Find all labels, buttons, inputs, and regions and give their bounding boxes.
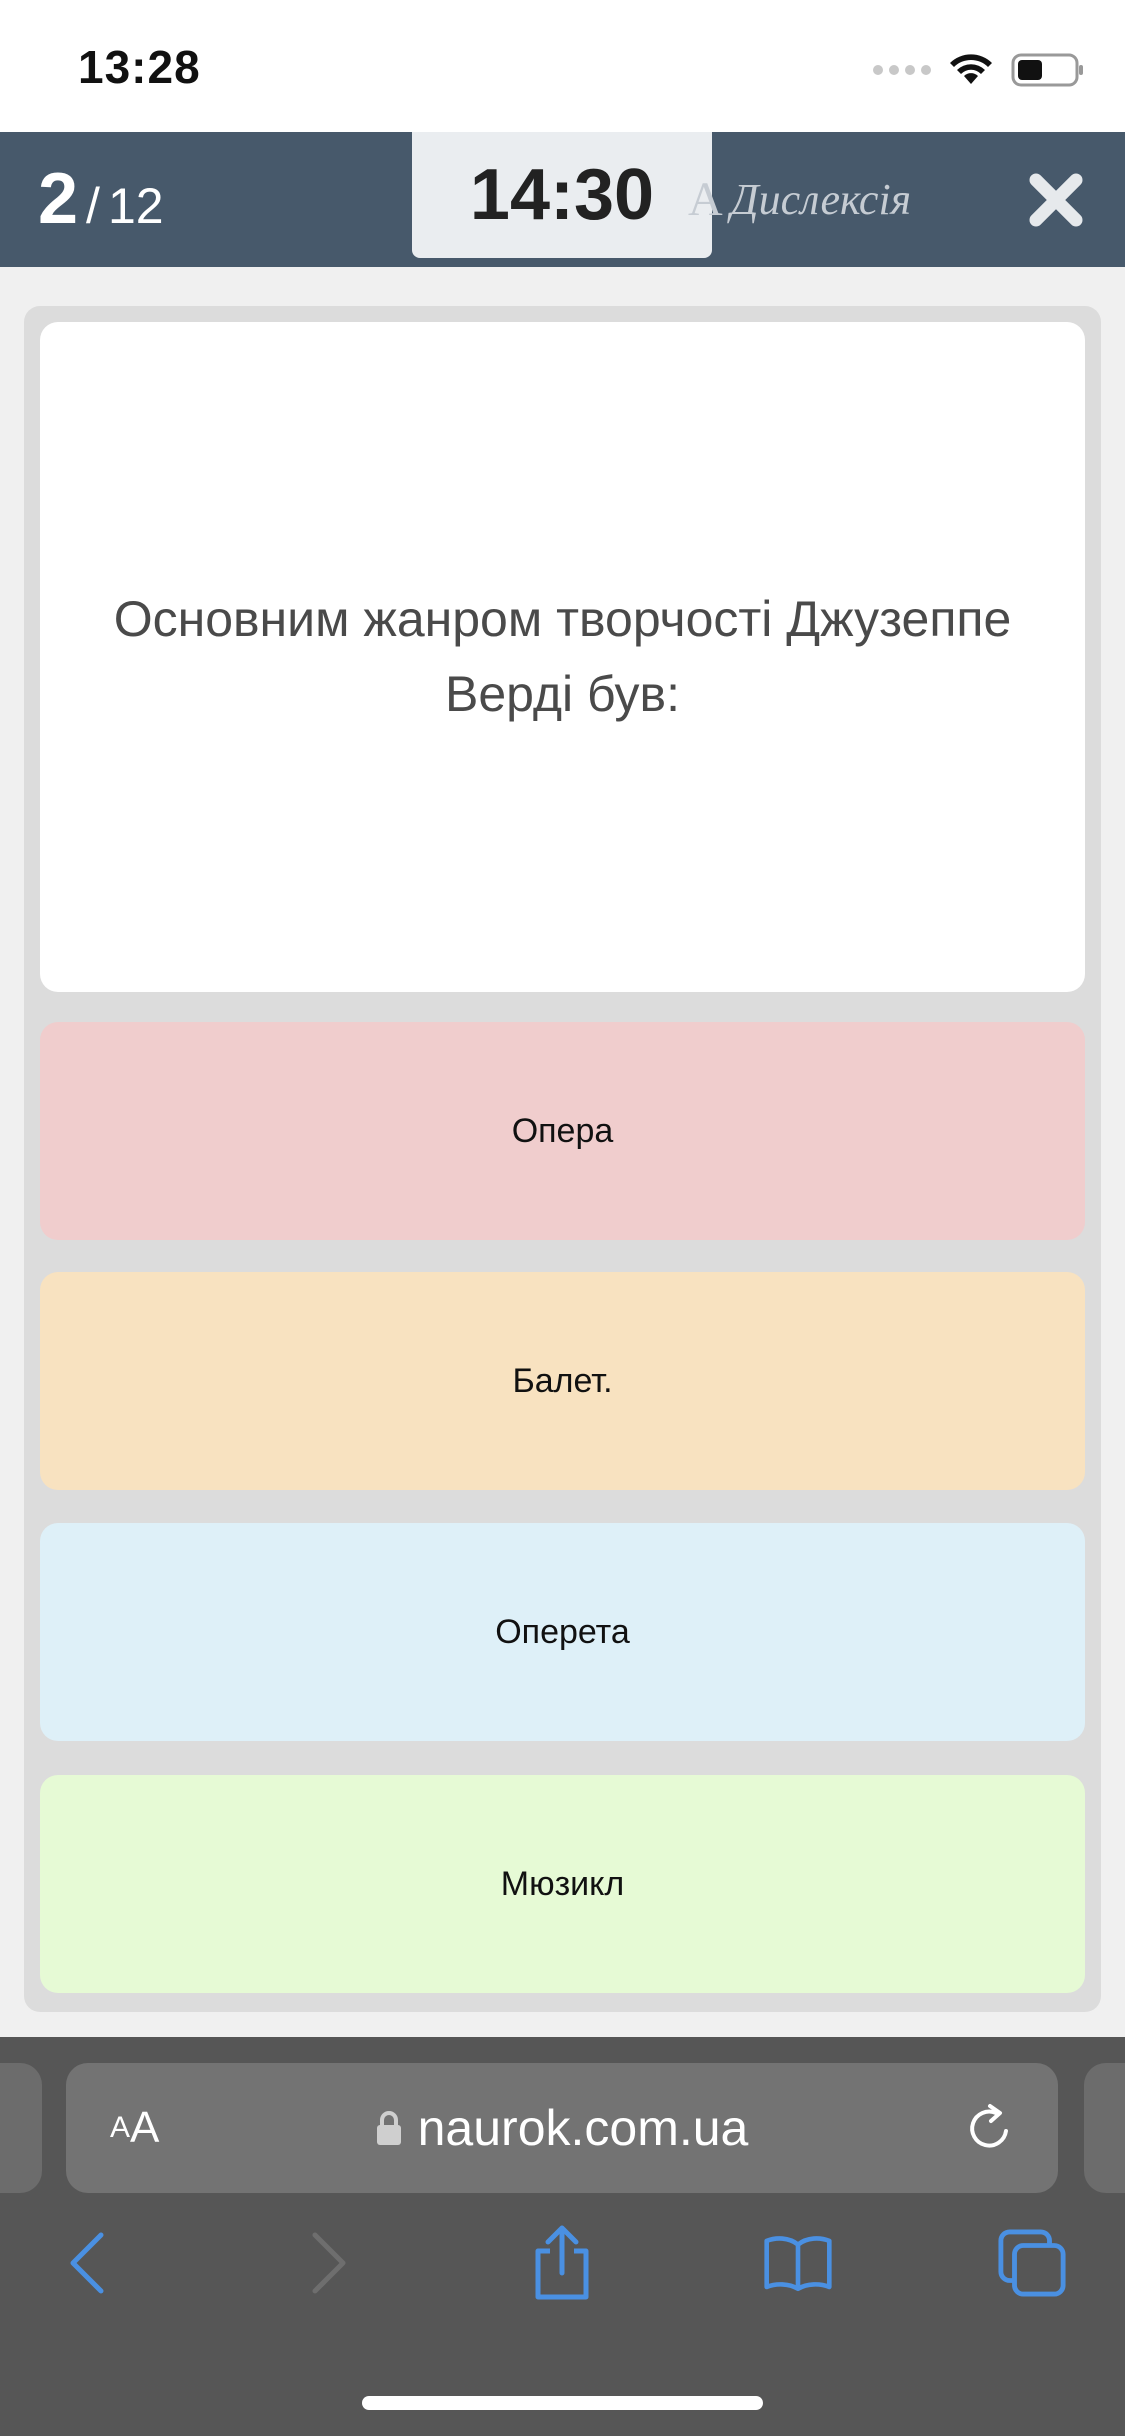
tabs-button[interactable] — [997, 2228, 1067, 2298]
answer-label: Опера — [511, 1111, 614, 1150]
reload-button[interactable] — [962, 2101, 1018, 2157]
reader-settings-button[interactable]: A A — [110, 2063, 159, 2193]
chevron-right-icon — [312, 2232, 346, 2294]
forward-button[interactable] — [294, 2228, 364, 2298]
next-tab-preview[interactable] — [1084, 2063, 1125, 2193]
question-text: Основним жанром творчості Джузеппе Верді… — [113, 591, 1012, 722]
aa-small-glyph: A — [110, 2111, 131, 2144]
previous-tab-preview[interactable] — [0, 2063, 42, 2193]
wifi-icon — [950, 54, 992, 84]
timer: 14:30 — [412, 132, 712, 258]
answer-option-1[interactable]: Опера — [40, 1022, 1085, 1240]
dyslexia-label: Дислексія — [730, 175, 912, 224]
tabs-icon — [998, 2229, 1066, 2297]
progress-separator: / — [86, 178, 100, 234]
answer-label: Балет. — [512, 1361, 613, 1400]
battery-icon — [1011, 53, 1083, 87]
dyslexia-toggle[interactable]: A Дислексія — [688, 172, 911, 227]
bookmarks-button[interactable] — [763, 2228, 833, 2298]
question-card: Основним жанром творчості Джузеппе Верді… — [40, 322, 1085, 992]
dyslexia-icon: A — [688, 173, 723, 226]
timer-text: 14:30 — [469, 155, 655, 235]
answer-label: Мюзикл — [500, 1864, 625, 1903]
back-button[interactable] — [52, 2228, 122, 2298]
signal-dots-icon — [873, 65, 931, 75]
url-display[interactable]: naurok.com.ua — [66, 2063, 1058, 2193]
progress-total: 12 — [107, 178, 164, 234]
status-time: 13:28 — [78, 41, 201, 93]
answer-label: Оперета — [495, 1612, 630, 1651]
close-icon — [1029, 173, 1083, 227]
book-icon — [764, 2236, 832, 2292]
status-bar: 13:28 — [0, 0, 1125, 132]
question-progress: 2 / 12 — [38, 158, 164, 240]
chevron-left-icon — [70, 2232, 104, 2294]
share-icon — [535, 2225, 589, 2300]
status-icons — [873, 50, 1085, 90]
home-indicator[interactable] — [362, 2396, 763, 2410]
progress-current: 2 — [38, 159, 79, 239]
aa-big-glyph: A — [130, 2103, 160, 2152]
close-button[interactable] — [1024, 168, 1088, 232]
answer-option-2[interactable]: Балет. — [40, 1272, 1085, 1490]
reload-icon — [970, 2104, 1008, 2148]
url-text: naurok.com.ua — [417, 2100, 749, 2156]
share-button[interactable] — [527, 2225, 597, 2300]
answer-option-3[interactable]: Оперета — [40, 1523, 1085, 1741]
address-bar[interactable]: naurok.com.ua A A — [66, 2063, 1058, 2193]
quiz-header: 2 / 12 14:30 A Дислексія — [0, 132, 1125, 267]
answer-option-4[interactable]: Мюзикл — [40, 1775, 1085, 1993]
lock-icon — [376, 2111, 401, 2145]
